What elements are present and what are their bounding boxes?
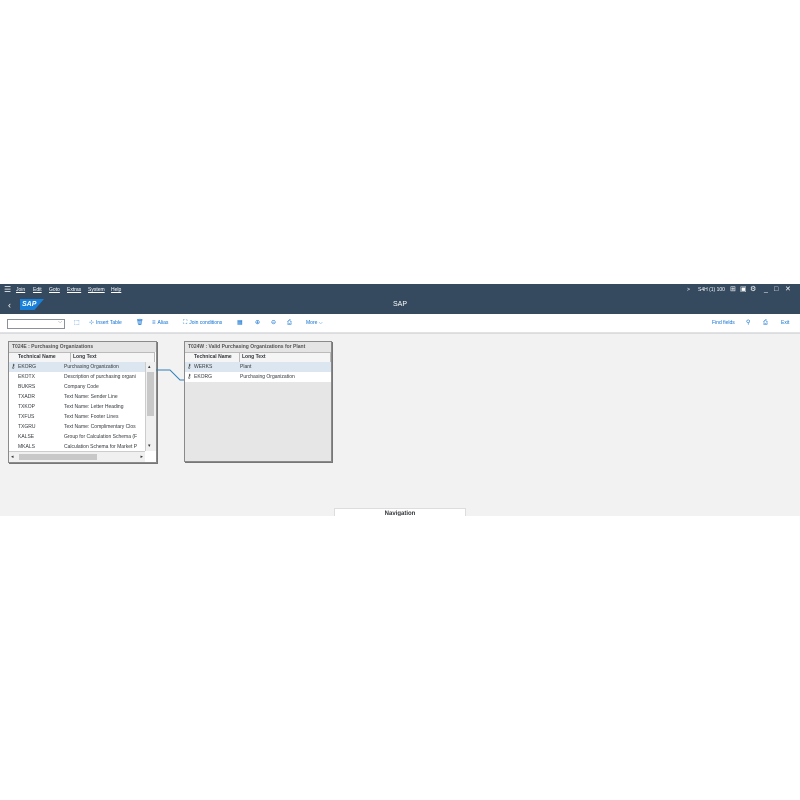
customize-icon[interactable]: ⚙ [750, 284, 756, 296]
menu-goto[interactable]: Goto [49, 286, 60, 294]
maximize-icon[interactable]: □ [774, 284, 778, 296]
join-icon: ⛶ [183, 320, 188, 326]
table-settings-icon[interactable]: ⬚ [74, 318, 82, 328]
field-list: ⚷ WERKS Plant ⚷ EKORG Purchasing Organization [185, 362, 331, 382]
close-icon[interactable]: ✕ [785, 284, 791, 296]
table-row[interactable]: ⚷ EKORG Purchasing Organization [185, 372, 331, 382]
screenshot-icon[interactable]: ▣ [740, 284, 747, 296]
insert-table-icon: ⊹ [89, 320, 95, 326]
page-title: SAP [392, 301, 407, 308]
field-long-text: Plant [240, 364, 252, 370]
more-button[interactable]: More ⌵ [306, 318, 323, 328]
zoom-out-icon[interactable]: ⊖ [271, 318, 278, 328]
new-gui-window-icon[interactable]: ⊞ [730, 284, 736, 296]
field-technical-name: WERKS [194, 364, 213, 370]
exit-button[interactable]: Exit [781, 318, 789, 328]
join-conditions-button[interactable]: ⛶ Join conditions [183, 318, 222, 328]
table-row[interactable]: ⚷ WERKS Plant [185, 362, 331, 372]
sap-window: ☰ Join Edit Goto Extras System Help > S4… [0, 284, 800, 516]
find-fields-button[interactable]: Find fields [712, 318, 735, 328]
table-box-t024w[interactable]: T024W : Valid Purchasing Organizations f… [184, 341, 332, 462]
key-icon: ⚷ [187, 374, 192, 380]
menu-help[interactable]: Help [111, 286, 121, 294]
menu-system[interactable]: System [88, 286, 105, 294]
table-title: T024W : Valid Purchasing Organizations f… [185, 342, 331, 352]
menu-bar: ☰ Join Edit Goto Extras System Help > S4… [0, 284, 800, 296]
join-editor-canvas[interactable]: T024E : Purchasing Organizations Technic… [0, 333, 800, 516]
chevron-down-icon: ⌵ [318, 320, 323, 326]
empty-area [185, 382, 331, 461]
key-icon: ⚷ [187, 364, 192, 370]
zoom-in-icon[interactable]: ⊕ [255, 318, 262, 328]
insert-table-button[interactable]: ⊹ Insert Table [89, 318, 122, 328]
field-technical-name: EKORG [194, 374, 213, 380]
search-icon[interactable]: ⚲ [746, 318, 752, 328]
overview-icon[interactable]: ▦ [237, 318, 245, 328]
system-info: S4H (1) 100 [698, 287, 725, 293]
print-icon[interactable]: ⎙ [287, 318, 294, 328]
alias-button[interactable]: ≡ Alias [152, 318, 168, 328]
column-header-long-text: Long Text [240, 353, 331, 362]
join-connector[interactable] [0, 334, 800, 516]
field-long-text: Purchasing Organization [240, 374, 295, 380]
application-toolbar: ⌵ ⬚ ⊹ Insert Table 🗑 ≡ Alias ⛶ Join conditi… [0, 314, 800, 333]
title-bar: ‹ SAP SAP [0, 296, 800, 314]
menu-extras[interactable]: Extras [67, 286, 81, 294]
expand-arrow-icon[interactable]: > [687, 284, 690, 296]
alias-icon: ≡ [152, 320, 156, 326]
minimize-icon[interactable]: _ [764, 284, 768, 296]
hamburger-menu-icon[interactable]: ☰ [4, 285, 11, 295]
navigation-panel[interactable]: Navigation [334, 508, 466, 516]
delete-table-icon[interactable]: 🗑 [136, 318, 146, 328]
menu-join[interactable]: Join [16, 286, 25, 294]
column-header-technical-name: Technical Name [192, 353, 240, 362]
menu-edit[interactable]: Edit [33, 286, 42, 294]
command-field[interactable]: ⌵ [7, 319, 65, 329]
printer-icon[interactable]: ⎙ [763, 318, 770, 328]
chevron-down-icon[interactable]: ⌵ [58, 319, 62, 325]
